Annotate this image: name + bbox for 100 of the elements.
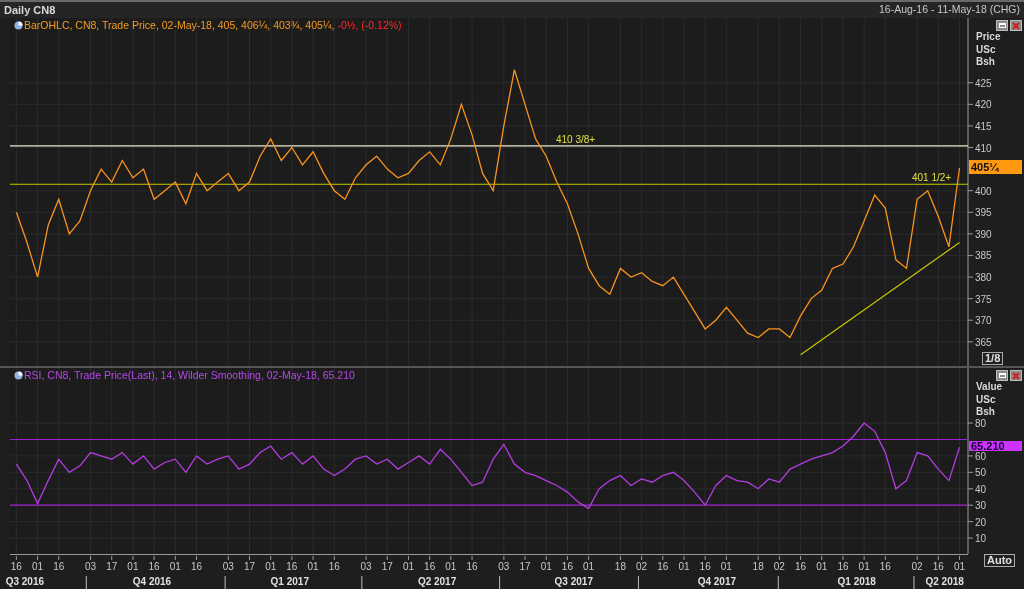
x-axis-label: 18 — [752, 561, 764, 572]
quarter-label: Q2 2017 — [417, 576, 457, 587]
y-axis-label: 385 — [967, 250, 992, 262]
x-axis-label: 16 — [879, 561, 891, 572]
axis-title: Bsh — [976, 406, 995, 417]
date-range: 16-Aug-16 - 11-May-18 (CHG) — [878, 2, 1020, 18]
axis-title: USc — [976, 43, 996, 55]
quarter-label: Q1 2017 — [270, 576, 309, 587]
y-tick-label: 420 — [975, 99, 993, 111]
y-tick-label: 10 — [975, 533, 987, 545]
y-tick-label: 425 — [975, 77, 993, 89]
x-axis-label: 16 — [932, 561, 944, 572]
close-button[interactable] — [1010, 370, 1022, 381]
y-axis-label: 425 — [967, 77, 992, 89]
last-value-tag: 405¼ — [969, 160, 1022, 175]
y-axis-label: 60 — [967, 450, 987, 462]
y-tick-label: 370 — [975, 315, 993, 327]
restore-button[interactable] — [996, 20, 1008, 31]
indicator-legend: BarOHLC, CN8, Trade Price, 02-May-18, 405, 406¼, 403¾, 405¼, -0½, (-0.12%) — [24, 19, 402, 32]
y-axis-label: 10 — [967, 533, 987, 545]
y-tick-label: 60 — [975, 450, 987, 462]
y-axis-label: 40 — [967, 483, 987, 495]
x-axis-label: 17 — [243, 561, 256, 572]
x-axis-label: 17 — [106, 561, 118, 572]
window-icon — [998, 373, 1006, 378]
x-axis-label: 16 — [795, 561, 807, 572]
x-axis-label: 01 — [307, 561, 319, 572]
x-axis-label: 01 — [858, 561, 870, 572]
pie-icon — [14, 371, 23, 380]
y-tick-label: 400 — [975, 185, 993, 197]
quarter-label: Q1 2018 — [837, 576, 876, 587]
x-axis-label: 01 — [678, 561, 690, 572]
y-axis-label: 80 — [967, 418, 987, 430]
y-tick-label: 380 — [975, 272, 993, 284]
y-tick-label: 20 — [975, 516, 987, 528]
x-axis-label: 16 — [190, 561, 203, 572]
x-axis-label: 01 — [127, 561, 139, 572]
last-value-tag: 65.210 — [969, 441, 1022, 452]
x-axis-label: 16 — [657, 561, 669, 572]
x-axis-label: 17 — [519, 561, 531, 572]
level-label: 410 3/8+ — [556, 133, 596, 145]
x-axis-label: 18 — [614, 561, 626, 572]
x-axis-label: 01 — [540, 561, 552, 572]
x-axis-label: 16 — [424, 561, 436, 572]
y-axis-label: 400 — [967, 185, 992, 197]
x-axis-label: 01 — [816, 561, 828, 572]
y-axis-label: 50 — [967, 467, 987, 479]
scale-button[interactable]: 1/8 — [982, 352, 1004, 365]
x-axis-label: 02 — [911, 561, 923, 572]
scale-button[interactable]: Auto — [984, 554, 1016, 567]
x-axis-label: 01 — [720, 561, 732, 572]
y-axis-label: 395 — [967, 207, 992, 219]
window-icon — [998, 23, 1006, 28]
x-axis-label: 02 — [773, 561, 785, 572]
x-axis-label: 17 — [381, 561, 393, 572]
y-axis-label: 415 — [967, 120, 992, 132]
x-axis-label: 01 — [32, 561, 44, 572]
x-axis-label: 01 — [265, 561, 277, 572]
y-axis-label: 390 — [967, 228, 992, 240]
y-axis-label: 365 — [967, 336, 992, 348]
x-axis-label: 16 — [53, 561, 65, 572]
x-axis-label: 16 — [286, 561, 298, 572]
y-tick-label: 80 — [975, 418, 987, 430]
x-axis-label: 16 — [561, 561, 573, 572]
y-tick-label: 415 — [975, 120, 993, 132]
level-label: 401 1/2+ — [912, 172, 952, 184]
axis-title: Bsh — [976, 56, 995, 67]
y-tick-label: 385 — [975, 250, 993, 262]
y-tick-label: 375 — [975, 293, 993, 305]
x-axis-label: 01 — [402, 561, 414, 572]
y-tick-label: 410 — [975, 142, 993, 154]
x-axis-label: 03 — [360, 561, 372, 572]
restore-button[interactable] — [996, 370, 1008, 381]
y-axis-label: 370 — [967, 315, 992, 327]
x-axis-label: 16 — [10, 561, 22, 572]
quarter-label: Q4 2016 — [132, 576, 172, 587]
x-axis-label: 01 — [953, 561, 966, 572]
x-axis-label: 01 — [169, 561, 181, 572]
pie-icon — [14, 21, 23, 30]
y-axis-label: 375 — [967, 293, 992, 305]
window-title: Daily CN8 — [4, 2, 56, 18]
indicator-legend: RSI, CN8, Trade Price(Last), 14, Wilder Smoothing, 02-May-18, 65.210 — [24, 369, 355, 382]
close-button[interactable] — [1010, 20, 1022, 31]
quarter-label: Q2 2018 — [925, 576, 964, 587]
x-axis-label: 01 — [583, 561, 595, 572]
x-axis-label: 16 — [148, 561, 160, 572]
y-tick-label: 395 — [975, 207, 993, 219]
quarter-label: Q4 2017 — [697, 576, 737, 587]
y-axis-label: 410 — [967, 142, 992, 154]
y-axis-label: 420 — [967, 99, 992, 111]
y-tick-label: 40 — [975, 483, 987, 495]
axis-title: Value — [976, 381, 1003, 392]
axis-title: Price — [976, 31, 1001, 42]
axis-title: USc — [976, 393, 996, 405]
x-axis-label: 03 — [222, 561, 234, 572]
x-axis-label: 01 — [445, 561, 457, 572]
x-axis-label: 03 — [498, 561, 510, 572]
close-icon — [1012, 371, 1020, 380]
y-tick-label: 30 — [975, 500, 987, 512]
y-tick-label: 390 — [975, 228, 993, 240]
